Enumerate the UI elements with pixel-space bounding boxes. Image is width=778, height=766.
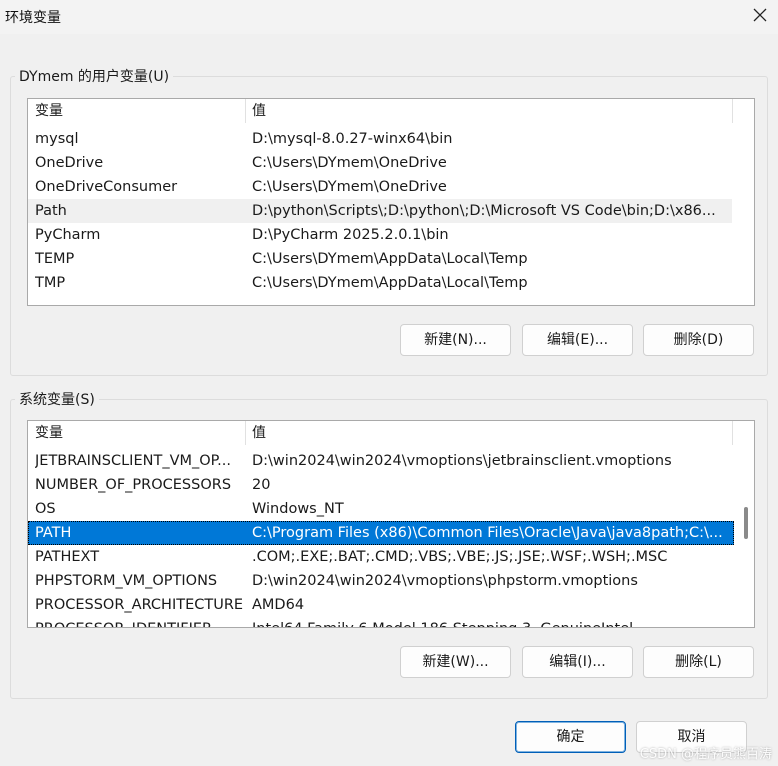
table-row[interactable]: PATHEXT .COM;.EXE;.BAT;.CMD;.VBS;.VBE;.J… (28, 545, 734, 569)
watermark: CSDN @程序员熊百涛 (639, 747, 772, 762)
title-bar: 环境变量 (0, 0, 778, 34)
user-variables-legend: DYmem 的用户变量(U) (15, 66, 174, 86)
column-separator[interactable] (245, 421, 246, 445)
table-row[interactable]: TEMP C:\Users\DYmem\AppData\Local\Temp (28, 247, 732, 271)
variable-name: JETBRAINSCLIENT_VM_OP... (35, 453, 231, 469)
window-title: 环境变量 (5, 10, 61, 26)
variable-value: C:\Users\DYmem\AppData\Local\Temp (252, 251, 528, 267)
variable-value: D:\PyCharm 2025.2.0.1\bin (252, 227, 449, 243)
column-separator[interactable] (732, 99, 733, 123)
close-icon (753, 8, 767, 26)
variable-name: PATHEXT (35, 549, 100, 565)
close-button[interactable] (742, 0, 778, 34)
table-row[interactable]: OneDrive C:\Users\DYmem\OneDrive (28, 151, 732, 175)
column-header-variable[interactable]: 变量 (35, 421, 63, 445)
variable-name: OS (35, 501, 56, 517)
variable-value: C:\Program Files (x86)\Common Files\Orac… (252, 525, 723, 541)
system-edit-button[interactable]: 编辑(I)... (522, 646, 633, 678)
variable-value: C:\Users\DYmem\AppData\Local\Temp (252, 275, 528, 291)
variable-value: C:\Users\DYmem\OneDrive (252, 179, 447, 195)
variable-value: D:\mysql-8.0.27-winx64\bin (252, 131, 453, 147)
table-row[interactable]: PROCESSOR_ARCHITECTURE AMD64 (28, 593, 734, 617)
ok-button[interactable]: 确定 (515, 721, 626, 753)
table-row-selected[interactable]: PATH C:\Program Files (x86)\Common Files… (28, 521, 734, 545)
variable-value: .COM;.EXE;.BAT;.CMD;.VBS;.VBE;.JS;.JSE;.… (252, 549, 668, 565)
variable-name: Path (35, 203, 67, 219)
variable-value: Intel64 Family 6 Model 186 Stepping 3, G… (252, 617, 730, 627)
table-row[interactable]: mysql D:\mysql-8.0.27-winx64\bin (28, 127, 732, 151)
table-row[interactable]: PROCESSOR_IDENTIFIER Intel64 Family 6 Mo… (28, 617, 734, 627)
variable-value: D:\win2024\win2024\vmoptions\phpstorm.vm… (252, 573, 638, 589)
user-variables-list[interactable]: 变量 值 mysql D:\mysql-8.0.27-winx64\bin On… (27, 98, 755, 306)
table-row[interactable]: NUMBER_OF_PROCESSORS 20 (28, 473, 734, 497)
table-row[interactable]: PyCharm D:\PyCharm 2025.2.0.1\bin (28, 223, 732, 247)
table-row[interactable]: OS Windows_NT (28, 497, 734, 521)
variable-name: PROCESSOR_IDENTIFIER (35, 617, 245, 627)
variable-name: TEMP (35, 251, 75, 267)
table-row[interactable]: TMP C:\Users\DYmem\AppData\Local\Temp (28, 271, 732, 295)
variable-value: 20 (252, 477, 271, 493)
variable-name: NUMBER_OF_PROCESSORS (35, 477, 232, 493)
variable-name: PyCharm (35, 227, 101, 243)
user-new-button[interactable]: 新建(N)... (400, 324, 511, 356)
user-edit-button[interactable]: 编辑(E)... (522, 324, 633, 356)
variable-name: PATH (35, 525, 72, 541)
table-row[interactable]: PHPSTORM_VM_OPTIONS D:\win2024\win2024\v… (28, 569, 734, 593)
column-separator[interactable] (245, 99, 246, 123)
variable-value: D:\python\Scripts\;D:\python\;D:\Microso… (252, 203, 716, 219)
table-row[interactable]: JETBRAINSCLIENT_VM_OP... D:\win2024\win2… (28, 449, 734, 473)
system-delete-button[interactable]: 删除(L) (643, 646, 754, 678)
column-separator[interactable] (732, 421, 733, 445)
system-variables-list[interactable]: 变量 值 JETBRAINSCLIENT_VM_OP... D:\win2024… (27, 420, 755, 628)
variable-name: TMP (35, 275, 66, 291)
column-header-variable[interactable]: 变量 (35, 99, 63, 123)
system-variables-legend: 系统变量(S) (15, 389, 99, 409)
variable-value: C:\Users\DYmem\OneDrive (252, 155, 447, 171)
variable-name: mysql (35, 131, 79, 147)
table-row[interactable]: OneDriveConsumer C:\Users\DYmem\OneDrive (28, 175, 732, 199)
list-header: 变量 值 (28, 421, 754, 445)
variable-name: OneDriveConsumer (35, 179, 178, 195)
scrollbar-thumb[interactable] (744, 507, 748, 539)
variable-name: PHPSTORM_VM_OPTIONS (35, 573, 218, 589)
variable-value: AMD64 (252, 597, 305, 613)
variable-name: OneDrive (35, 155, 104, 171)
system-new-button[interactable]: 新建(W)... (400, 646, 511, 678)
user-delete-button[interactable]: 删除(D) (643, 324, 754, 356)
variable-name: PROCESSOR_ARCHITECTURE (35, 597, 244, 613)
column-header-value[interactable]: 值 (252, 99, 266, 123)
column-header-value[interactable]: 值 (252, 421, 266, 445)
variable-value: D:\win2024\win2024\vmoptions\jetbrainscl… (252, 453, 672, 469)
table-row[interactable]: Path D:\python\Scripts\;D:\python\;D:\Mi… (28, 199, 732, 223)
list-header: 变量 值 (28, 99, 754, 123)
vertical-scrollbar[interactable] (736, 421, 754, 627)
variable-value: Windows_NT (252, 501, 344, 517)
